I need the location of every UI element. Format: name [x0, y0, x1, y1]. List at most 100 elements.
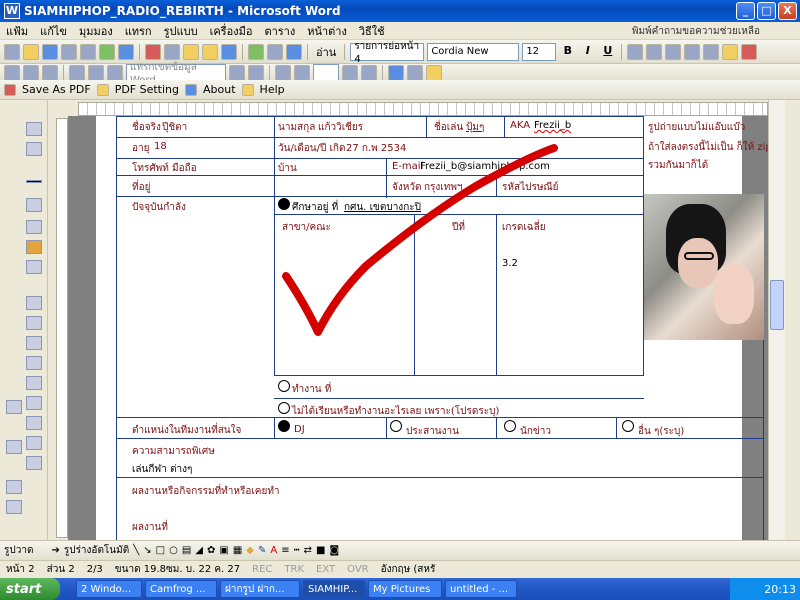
distribute-rows-icon[interactable]: [26, 336, 42, 350]
font-size-select[interactable]: 12: [522, 42, 557, 61]
status-ext[interactable]: EXT: [310, 564, 341, 575]
border-icon[interactable]: [26, 220, 42, 234]
taskbar-paint-untitled[interactable]: untitled - ...: [445, 580, 517, 598]
word-app-icon[interactable]: W: [4, 3, 20, 19]
record-number-input[interactable]: [313, 63, 339, 82]
line-color-icon[interactable]: ✎: [258, 545, 266, 556]
font-color-draw-icon[interactable]: A: [270, 545, 277, 556]
address-block-icon[interactable]: [69, 64, 85, 81]
shadow-icon[interactable]: [6, 400, 22, 414]
vertical-ruler[interactable]: [56, 118, 68, 538]
autoshapes-menu[interactable]: รูปร่างอัตโนมัติ: [64, 543, 129, 558]
status-trk[interactable]: TRK: [278, 564, 310, 575]
align-right-icon[interactable]: [665, 43, 682, 60]
previous-record-icon[interactable]: [294, 64, 310, 81]
dj-radio[interactable]: [278, 420, 290, 432]
skill-value[interactable]: เล่นกีฬา ต่างๆ: [132, 462, 192, 477]
help-search-box[interactable]: พิมพ์คำถามขอความช่วยเหลือ: [632, 24, 760, 39]
merge-to-document-icon[interactable]: [388, 64, 404, 81]
taskbar-upload-site[interactable]: ฝากรูป ฝาก...: [220, 580, 300, 598]
highlight-icon[interactable]: [722, 43, 739, 60]
taskbar-my-pictures[interactable]: My Pictures: [368, 580, 442, 598]
arrow-style-icon[interactable]: ⇄: [304, 545, 312, 556]
coordinator-radio[interactable]: [390, 420, 402, 432]
oval-tool-icon[interactable]: ○: [169, 545, 178, 556]
next-record-icon[interactable]: [342, 64, 358, 81]
maximize-button[interactable]: □: [757, 2, 776, 20]
open-data-source-icon[interactable]: [23, 64, 39, 81]
wordart-tool-icon[interactable]: ◢: [195, 545, 203, 556]
merge-to-email-icon[interactable]: [426, 64, 442, 81]
merge-to-printer-icon[interactable]: [407, 64, 423, 81]
taskbar-word-document[interactable]: SIAMHIP...: [303, 580, 365, 598]
aka-value[interactable]: Frezii_b: [534, 120, 571, 131]
menu-help[interactable]: วิธีใช้: [353, 22, 391, 40]
new-document-icon[interactable]: [4, 43, 20, 60]
text-direction-icon[interactable]: [26, 396, 42, 410]
last-record-icon[interactable]: [361, 64, 377, 81]
open-folder-icon[interactable]: [23, 43, 39, 60]
nickname-value[interactable]: ปุ้มๆ: [466, 120, 484, 135]
shading-icon[interactable]: [26, 240, 42, 254]
profile-photo[interactable]: [644, 194, 764, 340]
horizontal-ruler[interactable]: [78, 102, 768, 116]
scroll-thumb[interactable]: [770, 280, 784, 330]
pdf-setting-button[interactable]: PDF Setting: [112, 83, 182, 96]
shadow-style-icon[interactable]: ■: [316, 545, 325, 556]
tray-clock[interactable]: 20:13: [764, 583, 796, 596]
status-language[interactable]: อังกฤษ (สหรั: [375, 562, 442, 577]
view-merged-data-icon[interactable]: [229, 64, 245, 81]
font-select[interactable]: Cordia New: [427, 42, 520, 61]
picture-tool-icon[interactable]: ▦: [233, 545, 242, 556]
hyperlink-icon[interactable]: [248, 43, 264, 60]
first-record-icon[interactable]: [275, 64, 291, 81]
select-pointer-icon[interactable]: ➔: [51, 545, 59, 556]
menu-window[interactable]: หน้าต่าง: [301, 22, 353, 40]
merge-fields-icon[interactable]: [107, 64, 123, 81]
format-text-icon[interactable]: [6, 500, 22, 514]
autoformat-icon[interactable]: [26, 376, 42, 390]
save-as-pdf-button[interactable]: Save As PDF: [19, 83, 94, 96]
surname-value[interactable]: แก้ววิเชียร: [318, 120, 363, 135]
minimize-button[interactable]: _: [736, 2, 755, 20]
sort-ascending-icon[interactable]: [26, 416, 42, 430]
pen-icon[interactable]: [26, 198, 42, 212]
menu-file[interactable]: แฟ้ม: [0, 22, 34, 40]
save-icon[interactable]: [42, 43, 58, 60]
align-center-icon[interactable]: [646, 43, 663, 60]
status-ovr[interactable]: OVR: [341, 564, 374, 575]
style-select[interactable]: รายการย่อหน้า 4: [350, 41, 425, 65]
about-button[interactable]: About: [200, 83, 239, 96]
undo-icon[interactable]: [221, 43, 237, 60]
bold-button[interactable]: B: [559, 43, 576, 60]
numbering-icon[interactable]: [703, 43, 720, 60]
menu-table[interactable]: ตาราง: [258, 22, 301, 40]
line-style-icon[interactable]: [26, 180, 42, 183]
start-button[interactable]: start: [0, 578, 60, 600]
reporter-radio[interactable]: [504, 420, 516, 432]
draw-menu[interactable]: รูปวาด: [4, 543, 33, 558]
edit-icon[interactable]: [26, 142, 42, 156]
studying-radio[interactable]: [278, 198, 290, 210]
insert-table-icon[interactable]: [26, 260, 42, 274]
taskbar-camfrog[interactable]: Camfrog ...: [145, 580, 217, 598]
textbox-tool-icon[interactable]: ▤: [182, 545, 191, 556]
justify-icon[interactable]: [684, 43, 701, 60]
working-radio[interactable]: [278, 380, 290, 392]
arrow-tool-icon[interactable]: ↘: [143, 545, 151, 556]
print-preview-icon[interactable]: [99, 43, 115, 60]
print-icon[interactable]: [80, 43, 96, 60]
merge-cells-icon[interactable]: [26, 296, 42, 310]
rectangle-tool-icon[interactable]: □: [156, 545, 165, 556]
align-icon[interactable]: [26, 316, 42, 330]
province-value[interactable]: กรุงเทพฯ: [424, 180, 463, 195]
menu-format[interactable]: รูปแบบ: [158, 22, 204, 40]
sort-descending-icon[interactable]: [26, 436, 42, 450]
font-color-icon[interactable]: [741, 43, 758, 60]
studying-value[interactable]: กศน. เขตบางกะปิ: [344, 200, 421, 215]
menu-view[interactable]: มุมมอง: [73, 22, 119, 40]
3d-icon[interactable]: [6, 440, 22, 454]
close-button[interactable]: X: [778, 2, 797, 20]
line-style-draw-icon[interactable]: ≡: [281, 545, 289, 556]
paste-icon[interactable]: [183, 43, 199, 60]
